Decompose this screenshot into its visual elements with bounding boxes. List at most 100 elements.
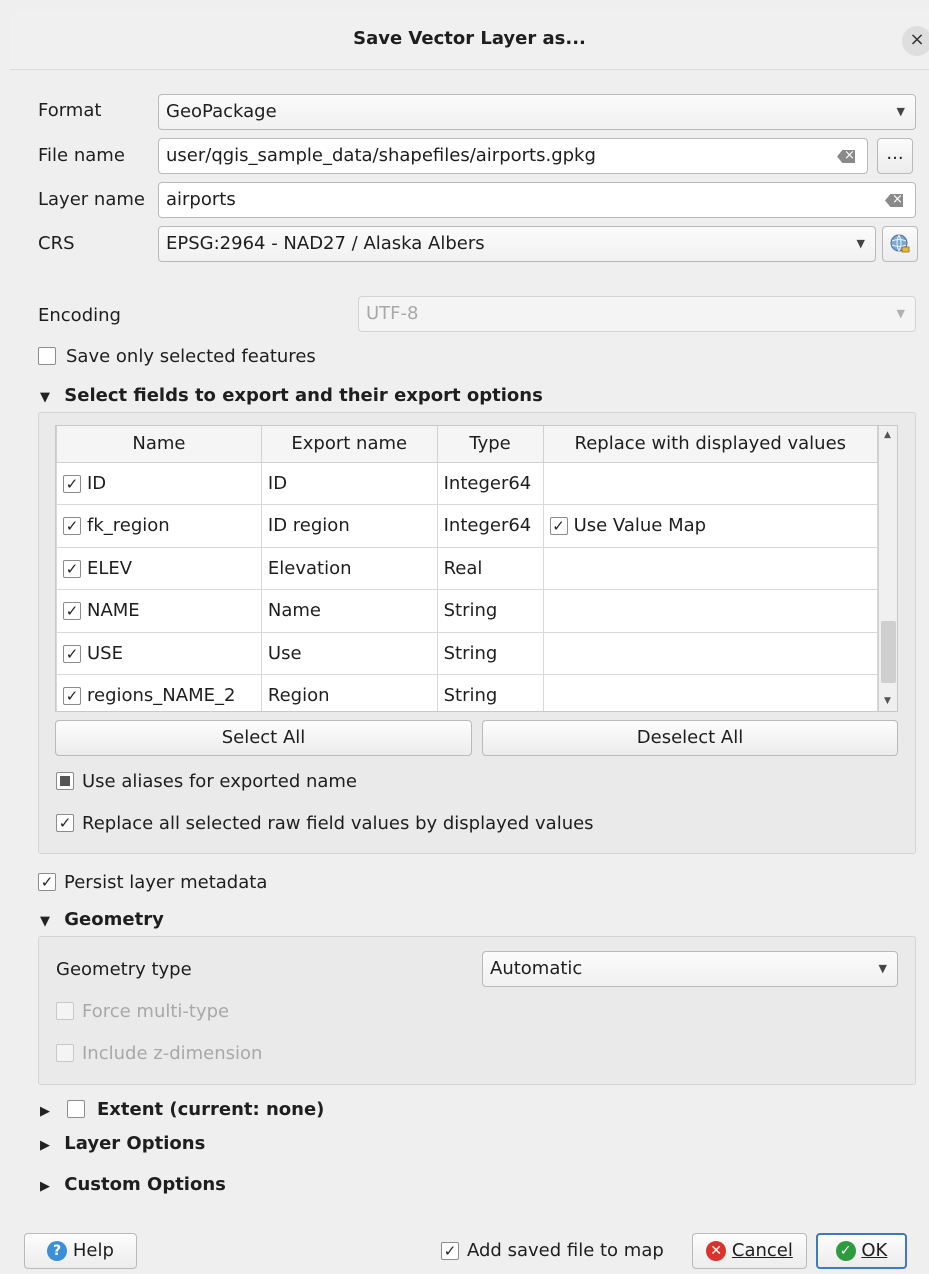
field-checkbox[interactable]: ✓ <box>63 602 81 621</box>
type-cell: Integer64 <box>436 461 544 505</box>
replace-cell[interactable] <box>542 589 879 633</box>
help-button-label: Help <box>72 1240 114 1261</box>
replace-cell[interactable] <box>542 674 879 711</box>
field-name-cell[interactable]: ✓ fk_region <box>56 504 262 548</box>
column-header-replace[interactable]: Replace with displayed values <box>542 426 879 463</box>
replace-cell[interactable]: ✓ Use Value Map <box>542 504 879 548</box>
geometry-type-select[interactable]: Automatic ▼ <box>482 951 898 987</box>
save-selected-label: Save only selected features <box>66 346 316 367</box>
export-name-cell[interactable]: ID <box>260 461 438 505</box>
collapsed-triangle-icon: ▶ <box>40 1138 50 1153</box>
force-multi-label: Force multi-type <box>82 1001 230 1022</box>
layername-label: Layer name <box>38 189 145 210</box>
help-button[interactable]: ? Help <box>24 1233 137 1269</box>
replace-all-checkbox[interactable]: ✓ <box>56 814 74 832</box>
table-row[interactable]: ✓ USE Use String <box>56 631 879 675</box>
fields-table: Name Export name Type Replace with displ… <box>56 426 879 711</box>
field-name-cell[interactable]: ✓ ID <box>56 461 262 505</box>
field-name: regions_NAME_2 <box>87 685 236 707</box>
field-name: NAME <box>87 600 140 622</box>
cancel-icon: ✕ <box>706 1241 727 1261</box>
persist-metadata-label: Persist layer metadata <box>64 872 268 893</box>
clear-layername-icon[interactable] <box>885 194 903 207</box>
field-checkbox[interactable]: ✓ <box>63 644 81 663</box>
help-icon: ? <box>47 1241 68 1261</box>
geometry-section-title: Geometry <box>64 909 164 930</box>
table-row[interactable]: ✓ NAME Name String <box>56 589 879 633</box>
export-name-cell[interactable]: Name <box>260 589 438 633</box>
replace-checkbox[interactable]: ✓ <box>549 517 568 536</box>
title-bar: Save Vector Layer as... × <box>10 10 929 70</box>
ok-button-label: OK <box>861 1240 888 1261</box>
export-name-cell[interactable]: Elevation <box>260 546 438 590</box>
layer-options-section-header[interactable]: ▶ Layer Options <box>40 1133 205 1154</box>
field-name: fk_region <box>87 515 170 537</box>
table-row[interactable]: ✓ ELEV Elevation Real <box>56 546 879 590</box>
layername-input[interactable]: airports <box>158 182 916 218</box>
field-checkbox[interactable]: ✓ <box>63 687 81 706</box>
force-multi-checkbox <box>56 1002 74 1020</box>
format-label: Format <box>38 100 102 121</box>
column-header-export-name[interactable]: Export name <box>260 426 438 463</box>
type-cell: Real <box>436 546 544 590</box>
extent-section-title: Extent (current: none) <box>97 1099 325 1120</box>
export-name-cell[interactable]: Region <box>260 674 438 711</box>
chevron-down-icon: ▼ <box>856 237 865 250</box>
scrollbar-thumb[interactable] <box>881 621 896 683</box>
replace-cell[interactable] <box>542 631 879 675</box>
crs-select[interactable]: EPSG:2964 - NAD27 / Alaska Albers ▼ <box>158 226 876 262</box>
custom-options-title: Custom Options <box>64 1174 226 1195</box>
chevron-down-icon: ▼ <box>896 105 905 118</box>
filename-label: File name <box>38 145 125 166</box>
crs-selector-button[interactable] <box>882 226 918 262</box>
encoding-select: UTF-8 ▼ <box>358 296 916 332</box>
field-checkbox[interactable]: ✓ <box>63 474 81 493</box>
column-header-type[interactable]: Type <box>436 426 544 463</box>
scroll-up-arrow-icon[interactable]: ▲ <box>884 430 891 440</box>
save-selected-checkbox[interactable] <box>38 347 56 365</box>
use-aliases-checkbox[interactable] <box>56 772 74 790</box>
deselect-all-button[interactable]: Deselect All <box>482 720 898 756</box>
replace-label: Use Value Map <box>573 515 707 537</box>
expanded-triangle-icon: ▼ <box>40 390 50 405</box>
filename-input[interactable]: user/qgis_sample_data/shapefiles/airport… <box>158 138 868 174</box>
clear-filename-icon[interactable] <box>837 150 855 163</box>
field-name-cell[interactable]: ✓ NAME <box>56 589 262 633</box>
browse-button[interactable]: ... <box>877 138 913 174</box>
field-name: ELEV <box>87 557 133 579</box>
table-row[interactable]: ✓ regions_NAME_2 Region String <box>56 674 879 711</box>
replace-cell[interactable] <box>542 546 879 590</box>
field-checkbox[interactable]: ✓ <box>63 559 81 578</box>
ok-button[interactable]: ✓ OK <box>816 1233 907 1269</box>
fields-section-header[interactable]: ▼ Select fields to export and their expo… <box>40 385 543 406</box>
column-header-name[interactable]: Name <box>56 426 262 463</box>
include-z-label: Include z-dimension <box>82 1043 263 1064</box>
close-button[interactable]: × <box>902 26 929 56</box>
field-name-cell[interactable]: ✓ USE <box>56 631 262 675</box>
cancel-button[interactable]: ✕ Cancel <box>692 1233 807 1269</box>
table-header-row: Name Export name Type Replace with displ… <box>56 426 879 463</box>
replace-cell[interactable] <box>542 461 879 505</box>
export-name-cell[interactable]: Use <box>260 631 438 675</box>
table-scrollbar[interactable]: ▲ ▼ <box>878 426 897 711</box>
field-name-cell[interactable]: ✓ regions_NAME_2 <box>56 674 262 711</box>
field-checkbox[interactable]: ✓ <box>63 517 81 536</box>
geometry-section-header[interactable]: ▼ Geometry <box>40 909 164 930</box>
cancel-button-label: Cancel <box>731 1240 793 1261</box>
format-select[interactable]: GeoPackage ▼ <box>158 94 916 130</box>
custom-options-section-header[interactable]: ▶ Custom Options <box>40 1174 226 1195</box>
scroll-down-arrow-icon[interactable]: ▼ <box>884 696 891 706</box>
encoding-label: Encoding <box>38 305 121 326</box>
fields-table-container: Name Export name Type Replace with displ… <box>55 425 898 712</box>
extent-section-header[interactable]: ▶ <box>40 1099 58 1120</box>
export-name-cell[interactable]: ID region <box>260 504 438 548</box>
table-row[interactable]: ✓ fk_region ID region Integer64 ✓ Use Valu… <box>56 504 879 548</box>
select-all-button[interactable]: Select All <box>55 720 472 756</box>
extent-checkbox[interactable] <box>67 1100 85 1118</box>
add-to-map-checkbox[interactable]: ✓ <box>441 1242 459 1260</box>
persist-metadata-checkbox[interactable]: ✓ <box>38 873 56 891</box>
expanded-triangle-icon: ▼ <box>40 914 50 929</box>
field-name-cell[interactable]: ✓ ELEV <box>56 546 262 590</box>
table-row[interactable]: ✓ ID ID Integer64 <box>56 461 879 505</box>
crs-label: CRS <box>38 233 75 254</box>
